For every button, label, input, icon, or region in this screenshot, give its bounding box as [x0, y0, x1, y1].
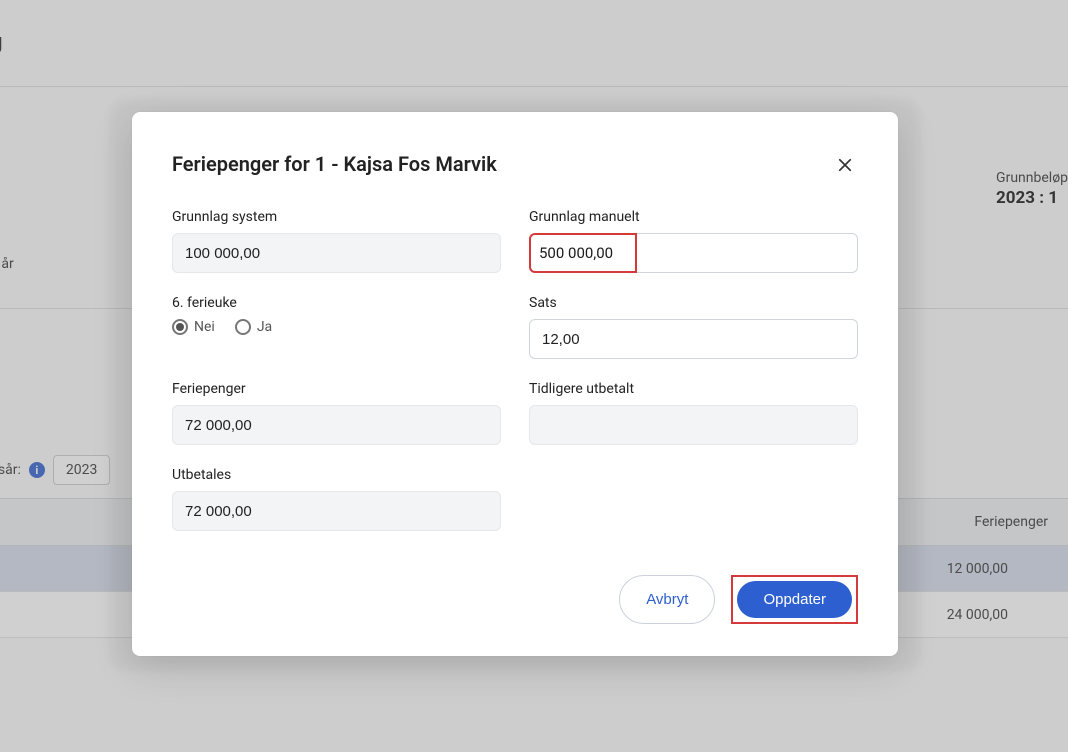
update-button-highlight: Oppdater: [731, 575, 858, 624]
radio-label-nei: Nei: [194, 319, 215, 335]
field-utbetales: Utbetales: [172, 467, 501, 531]
modal-title: Feriepenger for 1 - Kajsa Fos Marvik: [172, 152, 497, 176]
label-grunnlag-system: Grunnlag system: [172, 209, 501, 225]
label-utbetales: Utbetales: [172, 467, 501, 483]
feriepenger-modal: Feriepenger for 1 - Kajsa Fos Marvik Gru…: [132, 112, 898, 656]
label-feriepenger: Feriepenger: [172, 381, 501, 397]
field-grunnlag-system: Grunnlag system: [172, 209, 501, 273]
cancel-button[interactable]: Avbryt: [619, 575, 715, 624]
radio-nei[interactable]: Nei: [172, 319, 215, 335]
input-utbetales: [172, 491, 501, 531]
field-sats: Sats: [529, 295, 858, 359]
radio-icon: [235, 319, 251, 335]
field-ferieuke: 6. ferieuke Nei Ja: [172, 295, 501, 359]
label-sats: Sats: [529, 295, 858, 311]
input-sats[interactable]: [529, 319, 858, 359]
field-tidligere-utbetalt: Tidligere utbetalt: [529, 381, 858, 445]
radio-ja[interactable]: Ja: [235, 319, 272, 335]
update-button[interactable]: Oppdater: [737, 581, 852, 618]
field-feriepenger: Feriepenger: [172, 381, 501, 445]
close-icon: [836, 156, 854, 174]
input-grunnlag-manuelt-rest[interactable]: [635, 233, 858, 273]
label-tidligere: Tidligere utbetalt: [529, 381, 858, 397]
field-grunnlag-manuelt: Grunnlag manuelt 500 000,00: [529, 209, 858, 273]
label-grunnlag-manuelt: Grunnlag manuelt: [529, 209, 858, 225]
input-tidligere: [529, 405, 858, 445]
close-button[interactable]: [832, 152, 858, 181]
radio-icon: [172, 319, 188, 335]
label-ferieuke: 6. ferieuke: [172, 295, 501, 311]
input-grunnlag-system: [172, 233, 501, 273]
radio-label-ja: Ja: [257, 319, 272, 335]
input-grunnlag-manuelt[interactable]: 500 000,00: [529, 233, 637, 273]
input-feriepenger: [172, 405, 501, 445]
